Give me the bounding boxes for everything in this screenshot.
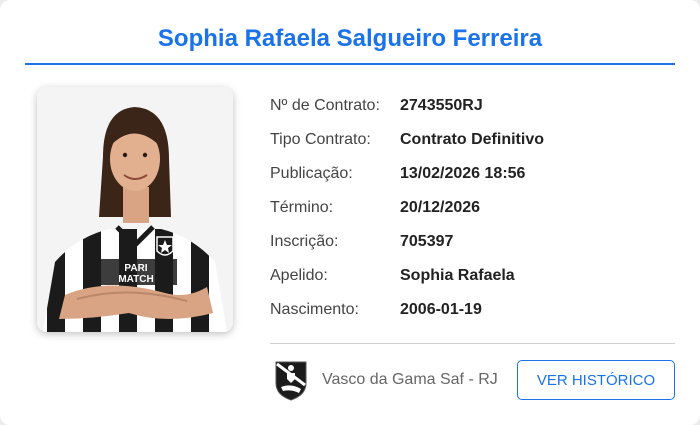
detail-label: Inscrição:: [270, 233, 339, 250]
club-crest-icon: [273, 359, 309, 401]
title-divider: [25, 63, 675, 65]
player-card: Sophia Rafaela Salgueiro Ferreira PARI M…: [0, 0, 700, 425]
detail-value: 2743550RJ: [400, 97, 483, 114]
player-photo: PARI MATCH: [37, 87, 233, 332]
detail-value: 13/02/2026 18:56: [400, 165, 526, 182]
detail-row-publication: Publicação: 13/02/2026 18:56: [270, 164, 675, 198]
detail-label: Publicação:: [270, 165, 353, 182]
detail-row-contract-type: Tipo Contrato: Contrato Definitivo: [270, 130, 675, 164]
detail-row-registration: Inscrição: 705397: [270, 232, 675, 266]
contract-details: Nº de Contrato: 2743550RJ Tipo Contrato:…: [270, 96, 675, 334]
detail-value: 20/12/2026: [400, 199, 481, 216]
detail-row-end-date: Término: 20/12/2026: [270, 198, 675, 232]
detail-row-contract-number: Nº de Contrato: 2743550RJ: [270, 96, 675, 130]
detail-label: Nascimento:: [270, 301, 359, 318]
detail-value: Sophia Rafaela: [400, 267, 515, 284]
player-name: Sophia Rafaela Salgueiro Ferreira: [157, 25, 543, 52]
detail-label: Tipo Contrato:: [270, 131, 371, 148]
detail-row-birth-date: Nascimento: 2006-01-19: [270, 300, 675, 334]
club-name: Vasco da Gama Saf - RJ: [322, 371, 498, 388]
detail-value: Contrato Definitivo: [400, 131, 544, 148]
detail-value: 705397: [400, 233, 454, 250]
svg-text:MATCH: MATCH: [118, 274, 153, 285]
detail-label: Apelido:: [270, 267, 328, 284]
detail-value: 2006-01-19: [400, 301, 482, 318]
view-history-button[interactable]: VER HISTÓRICO: [517, 360, 675, 400]
footer-divider: [270, 343, 675, 344]
detail-label: Nº de Contrato:: [270, 97, 380, 114]
detail-label: Término:: [270, 199, 334, 216]
svg-text:PARI: PARI: [124, 263, 147, 274]
detail-row-nickname: Apelido: Sophia Rafaela: [270, 266, 675, 300]
